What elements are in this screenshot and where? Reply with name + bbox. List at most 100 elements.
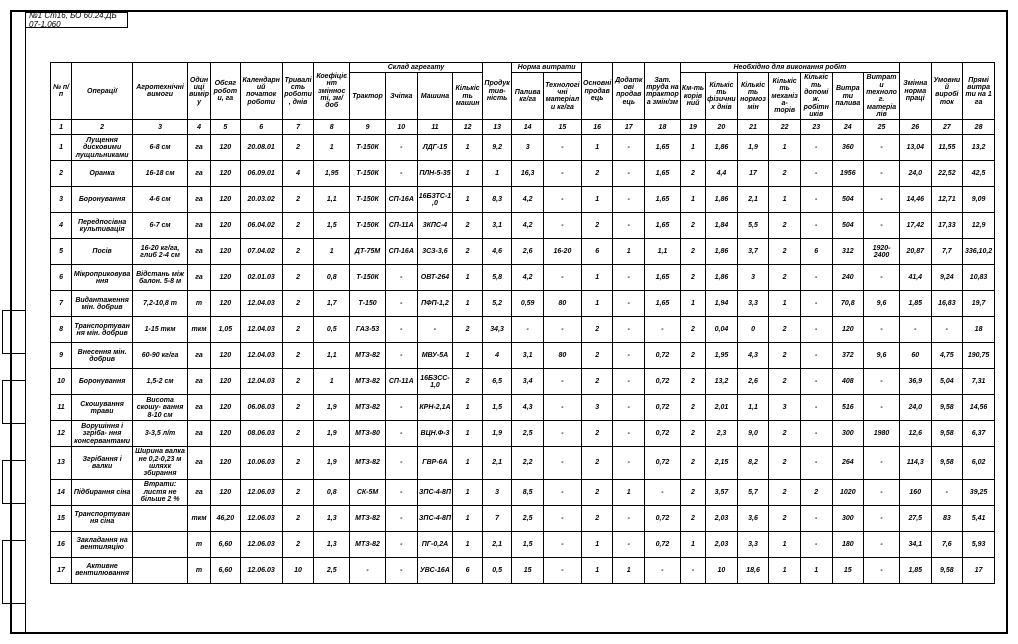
cell-r4-c20: 1,84 bbox=[706, 213, 738, 239]
cell-r13-c11: ГВР-6А bbox=[417, 447, 453, 479]
cell-r14-c3: Втрати: листя не більше 2 % bbox=[133, 479, 188, 505]
cell-r13-c15: - bbox=[543, 447, 581, 479]
cell-r15-c28: 5,41 bbox=[963, 505, 995, 531]
cell-r15-c7: 2 bbox=[282, 505, 314, 531]
cell-r15-c22: 2 bbox=[769, 505, 801, 531]
h-agg-group: Склад агрегату bbox=[350, 63, 483, 73]
cell-r8-c7: 2 bbox=[282, 317, 314, 343]
cell-r3-c7: 2 bbox=[282, 187, 314, 213]
cell-r3-c28: 9,09 bbox=[963, 187, 995, 213]
cell-r15-c17: - bbox=[613, 505, 645, 531]
cell-r5-c17: 1 bbox=[613, 239, 645, 265]
cell-r12-c28: 6,37 bbox=[963, 421, 995, 447]
colnum-18: 18 bbox=[645, 120, 681, 135]
cell-r11-c23: - bbox=[800, 395, 832, 421]
cell-r5-c10: СП-16А bbox=[385, 239, 417, 265]
colnum-9: 9 bbox=[350, 120, 386, 135]
cell-r1-c8: 1 bbox=[314, 135, 350, 161]
cell-r1-c13: 9,2 bbox=[482, 135, 511, 161]
table-row: 15Транспортування сінаткм46,2012.06.0321… bbox=[51, 505, 995, 531]
cell-r7-c25: 9,6 bbox=[864, 291, 900, 317]
cell-r7-c16: 1 bbox=[581, 291, 613, 317]
cell-r12-c8: 1,9 bbox=[314, 421, 350, 447]
cell-r1-c7: 2 bbox=[282, 135, 314, 161]
cell-r17-c12: 6 bbox=[453, 557, 483, 583]
cell-r17-c17: 1 bbox=[613, 557, 645, 583]
cell-r7-c6: 12.04.03 bbox=[240, 291, 282, 317]
cell-r5-c28: 336,10,2 bbox=[963, 239, 995, 265]
cell-r8-c28: 18 bbox=[963, 317, 995, 343]
cell-r2-c13: 1 bbox=[482, 161, 511, 187]
h-machcnt: Кількість машин bbox=[453, 73, 483, 120]
cell-r10-c9: МТЗ-82 bbox=[350, 369, 386, 395]
cell-r11-c28: 14,56 bbox=[963, 395, 995, 421]
cell-r13-c1: 13 bbox=[51, 447, 72, 479]
cell-r7-c27: 16,83 bbox=[931, 291, 963, 317]
h-days: Тривалість роботи, днів bbox=[282, 63, 314, 120]
h-main: Основні продавець bbox=[581, 63, 613, 120]
side-tab-3 bbox=[2, 460, 26, 504]
colnum-6: 6 bbox=[240, 120, 282, 135]
column-number-row: 1234567891011121314151617181920212223242… bbox=[51, 120, 995, 135]
drawing-tag-text: №1 Ст16, БО 60.24.ДБ 07-1.060 bbox=[29, 11, 127, 29]
cell-r15-c24: 300 bbox=[832, 505, 864, 531]
cell-r10-c4: га bbox=[187, 369, 210, 395]
cell-r16-c6: 12.06.03 bbox=[240, 531, 282, 557]
cell-r8-c27: - bbox=[931, 317, 963, 343]
colnum-13: 13 bbox=[482, 120, 511, 135]
cell-r15-c3 bbox=[133, 505, 188, 531]
cell-r17-c9: - bbox=[350, 557, 386, 583]
cell-r13-c7: 2 bbox=[282, 447, 314, 479]
cell-r10-c11: 16БЗСС-1,0 bbox=[417, 369, 453, 395]
cell-r9-c14: 3,1 bbox=[512, 343, 544, 369]
cell-r15-c19: 2 bbox=[680, 505, 705, 531]
table-row: 2Оранка16-18 смга12006.09.0141,95Т-150К-… bbox=[51, 161, 995, 187]
cell-r13-c17: - bbox=[613, 447, 645, 479]
cell-r15-c6: 12.06.03 bbox=[240, 505, 282, 531]
cell-r16-c16: 1 bbox=[581, 531, 613, 557]
cell-r12-c3: 3-3,5 л/т bbox=[133, 421, 188, 447]
cell-r12-c19: 2 bbox=[680, 421, 705, 447]
cell-r4-c28: 12,9 bbox=[963, 213, 995, 239]
cell-r1-c16: 1 bbox=[581, 135, 613, 161]
cell-r1-c12: 1 bbox=[453, 135, 483, 161]
cell-r13-c18: 0,72 bbox=[645, 447, 681, 479]
colnum-22: 22 bbox=[769, 120, 801, 135]
cell-r11-c22: 3 bbox=[769, 395, 801, 421]
colnum-24: 24 bbox=[832, 120, 864, 135]
cell-r6-c13: 5,8 bbox=[482, 265, 511, 291]
cell-r10-c19: 2 bbox=[680, 369, 705, 395]
h-aux: Додаткові продавець bbox=[613, 63, 645, 120]
cell-r8-c26: - bbox=[899, 317, 931, 343]
cell-r10-c26: 36,9 bbox=[899, 369, 931, 395]
cell-r7-c24: 70,8 bbox=[832, 291, 864, 317]
operations-table: № п/п Операції Агротехнічні вимоги Одини… bbox=[50, 62, 995, 584]
cell-r12-c20: 2,3 bbox=[706, 421, 738, 447]
cell-r2-c26: 24,0 bbox=[899, 161, 931, 187]
cell-r10-c14: 3,4 bbox=[512, 369, 544, 395]
cell-r13-c23: - bbox=[800, 447, 832, 479]
cell-r1-c1: 1 bbox=[51, 135, 72, 161]
cell-r17-c16: 1 bbox=[581, 557, 613, 583]
cell-r11-c13: 1,5 bbox=[482, 395, 511, 421]
table-row: 10Боронування1,5-2 смга12012.04.0321МТЗ-… bbox=[51, 369, 995, 395]
cell-r16-c24: 180 bbox=[832, 531, 864, 557]
cell-r9-c21: 4,3 bbox=[737, 343, 769, 369]
cell-r16-c26: 34,1 bbox=[899, 531, 931, 557]
cell-r5-c5: 120 bbox=[211, 239, 240, 265]
cell-r1-c23: - bbox=[800, 135, 832, 161]
cell-r6-c23: - bbox=[800, 265, 832, 291]
cell-r8-c3: 1-15 ткм bbox=[133, 317, 188, 343]
cell-r7-c7: 2 bbox=[282, 291, 314, 317]
cell-r3-c27: 12,71 bbox=[931, 187, 963, 213]
cell-r1-c22: 1 bbox=[769, 135, 801, 161]
cell-r4-c1: 4 bbox=[51, 213, 72, 239]
frame-top bbox=[10, 10, 1008, 12]
cell-r13-c6: 10.06.03 bbox=[240, 447, 282, 479]
cell-r16-c1: 16 bbox=[51, 531, 72, 557]
colnum-10: 10 bbox=[385, 120, 417, 135]
cell-r13-c3: Ширина валка не 0,2-0,23 м шляхк збиранн… bbox=[133, 447, 188, 479]
cell-r2-c1: 2 bbox=[51, 161, 72, 187]
cell-r14-c8: 0,8 bbox=[314, 479, 350, 505]
cell-r14-c17: 1 bbox=[613, 479, 645, 505]
